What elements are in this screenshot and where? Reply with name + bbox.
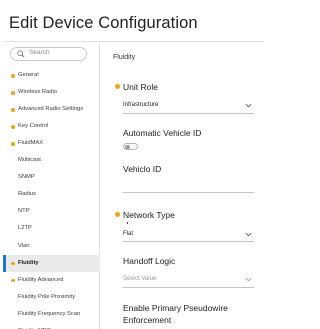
- section-title: Fluidity: [113, 54, 136, 61]
- sidebar-item-label: Key Control: [18, 123, 49, 130]
- unit-role-value: Infrastructure: [123, 102, 159, 108]
- sidebar-item-label: FluidMAX: [18, 140, 44, 147]
- sidebar-item-label: Vlan: [18, 242, 30, 249]
- sidebar-item-label: L2TP: [18, 225, 32, 232]
- network-type-underline: [123, 241, 254, 242]
- vehicle-id-label: Vehiclo ID: [123, 164, 162, 174]
- unit-role-underline: [123, 113, 254, 114]
- sidebar-item-radius[interactable]: Radius: [3, 186, 100, 203]
- chevron-down-icon: [245, 277, 252, 282]
- sidebar-item-label: Multicast: [18, 157, 41, 164]
- sidebar-item-fluidity[interactable]: Fluidity: [3, 254, 100, 272]
- toggle-knob: [125, 144, 130, 149]
- sidebar-item-l2tp[interactable]: L2TP: [3, 220, 100, 237]
- required-dot: [11, 125, 15, 129]
- sidebar-item-fluidmax[interactable]: FluidMAX: [3, 135, 100, 152]
- required-dot: [11, 108, 15, 112]
- sidebar-item-label: Wireless Radio: [18, 89, 57, 96]
- sidebar-item-ntp[interactable]: NTP: [3, 203, 100, 220]
- sidebar-item-label: Fluidity Advanced: [18, 276, 64, 283]
- sidebar-item-fluidity-pole-proximity[interactable]: Fluidity Pole Proximity: [3, 289, 100, 306]
- chevron-down-icon: [245, 103, 252, 108]
- required-dot: [11, 278, 15, 283]
- unit-role-required-dot: [115, 84, 120, 89]
- handoff-logic-placeholder: Select Value: [123, 276, 157, 282]
- search-input[interactable]: Search: [10, 47, 87, 61]
- sidebar-item-general[interactable]: General: [3, 67, 100, 84]
- sidebar-item-label: Fluidity Frequency Scan: [18, 310, 81, 317]
- sidebar-item-vlan[interactable]: Vlan: [3, 238, 100, 255]
- sidebar-item-wireless-radio[interactable]: Wireless Radio: [3, 84, 100, 101]
- sidebar-item-label: Advanced Radio Settings: [18, 106, 84, 113]
- sidebar-item-label: SNMP: [18, 174, 35, 181]
- sidebar-item-fluidity-frequency-scan[interactable]: Fluidity Frequency Scan: [3, 306, 100, 323]
- sidebar-item-advanced-radio-settings[interactable]: Advanced Radio Settings: [3, 101, 100, 118]
- sidebar-item-label: Radius: [18, 191, 37, 198]
- sidebar-item-label: Fluidity Pole Proximity: [18, 293, 76, 300]
- sidebar-item-snmp[interactable]: SNMP: [3, 169, 100, 186]
- page-title: Edit Device Configuration: [9, 14, 198, 32]
- network-type-marker: [127, 222, 128, 224]
- unit-role-label: Unit Role: [123, 82, 158, 92]
- handoff-logic-label: Handoff Logic: [123, 256, 176, 266]
- active-indicator: [3, 254, 6, 272]
- required-dot: [11, 142, 15, 146]
- chevron-down-icon: [245, 232, 252, 237]
- enable-primary-pseudowire-label-line2: Enforcement: [123, 315, 172, 325]
- automatic-vehicle-id-toggle[interactable]: [123, 143, 138, 150]
- sidebar-item-key-control[interactable]: Key Control: [3, 118, 100, 135]
- search-placeholder: Search: [29, 49, 50, 56]
- network-type-value: Flat: [123, 231, 134, 237]
- required-dot: [11, 261, 15, 266]
- network-type-required-dot: [115, 212, 120, 217]
- sidebar-item-multicast[interactable]: Multicast: [3, 152, 100, 169]
- sidebar-item-label: Fluidity: [18, 259, 39, 266]
- automatic-vehicle-id-label: Automatic Vehicle ID: [123, 128, 202, 138]
- sidebar-item-label: General: [18, 72, 39, 78]
- sidebar-item-fluidity-mpo[interactable]: Fluidity MPO: [3, 323, 100, 329]
- sidebar-item-fluidity-advanced[interactable]: Fluidity Advanced: [3, 272, 100, 289]
- vehicle-id-input[interactable]: [123, 192, 254, 193]
- required-dot: [11, 91, 15, 95]
- search-icon: [17, 50, 25, 58]
- network-type-label: Network Type: [123, 210, 175, 220]
- handoff-logic-underline: [123, 287, 254, 288]
- enable-primary-pseudowire-label-line1: Enable Primary Pseudowire: [123, 303, 228, 313]
- required-dot: [11, 74, 15, 78]
- sidebar-item-label: NTP: [18, 208, 30, 215]
